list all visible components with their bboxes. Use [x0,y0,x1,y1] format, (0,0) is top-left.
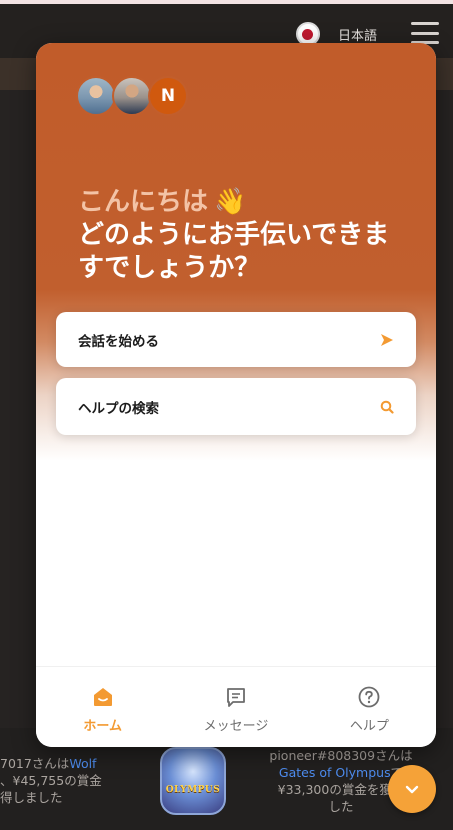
tab-messages-label: メッセージ [203,719,269,734]
language-label: 日本語 [337,28,377,44]
tab-home-label: ホーム [83,719,122,734]
help-icon [358,686,380,708]
tab-home[interactable]: ホーム [36,667,169,747]
greeting-hello: こんにちは [78,187,209,217]
gates-of-olympus-thumbnail[interactable]: OLYMPUS [160,747,226,815]
minimize-messenger-button[interactable] [388,765,436,813]
greeting-heading: こんにちは 👋 どのようにお手伝いできますでしょうか？ [78,186,408,285]
wave-icon: 👋 [214,187,247,217]
home-icon [93,688,112,706]
ticker-left-line1: 7017さんは [0,756,70,771]
ticker-item-left: 7017さんはWolf 、¥45,755の賞金 得しました [0,755,120,806]
ticker-left-line3: 得しました [0,790,63,805]
tab-help-label: ヘルプ [349,719,389,734]
message-icon [227,688,245,707]
ticker-left-line2: 、¥45,755の賞金 [0,773,102,788]
avatar-initial: N [160,86,176,106]
send-arrow-icon [381,333,393,346]
avatar [76,76,116,116]
search-icon [380,400,394,414]
ticker-left-game-link[interactable]: Wolf [69,756,96,771]
ticker-right-game-link[interactable]: Gates of Olympus [279,765,391,780]
start-conversation-button[interactable]: 会話を始める [56,312,416,367]
game-badge-text: OLYMPUS [165,785,221,795]
messenger-widget: N こんにちは 👋 どのようにお手伝いできますでしょうか？ 会話を始める ヘルプの… [36,43,436,747]
help-search-button[interactable]: ヘルプの検索 [56,378,416,435]
start-conversation-label: 会話を始める [78,333,159,350]
ticker-right-line1: pioneer#808309さんは [269,748,413,763]
avatar [112,76,152,116]
hamburger-menu-icon[interactable] [411,22,439,44]
help-search-label: ヘルプの検索 [78,400,159,417]
greeting-question: どのようにお手伝いできますでしょうか？ [78,220,390,283]
tab-messages[interactable]: メッセージ [169,667,302,747]
team-avatars: N [76,76,188,116]
tab-help[interactable]: ヘルプ [303,667,436,747]
avatar: N [148,76,188,116]
messenger-bottom-nav: ホーム メッセージ ヘルプ [36,666,436,747]
chevron-down-icon [405,785,419,794]
